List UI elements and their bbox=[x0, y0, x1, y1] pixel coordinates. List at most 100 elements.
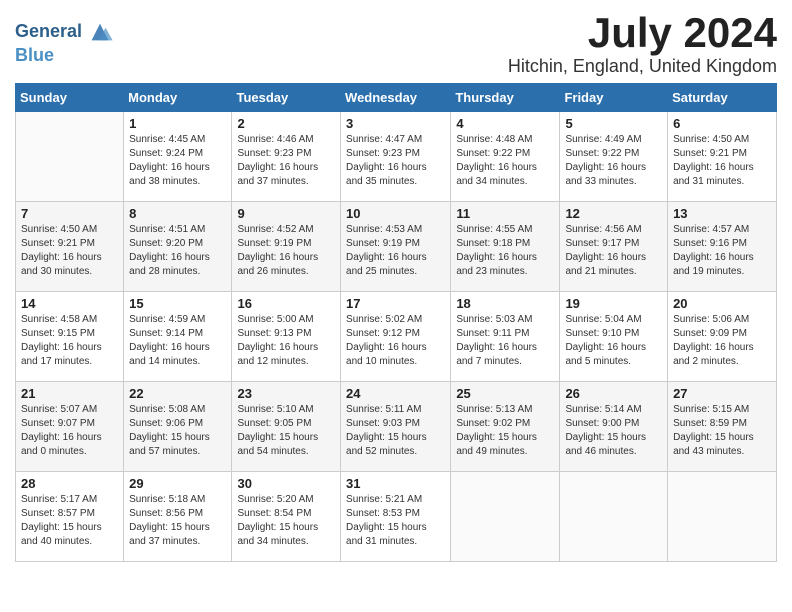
day-number: 11 bbox=[456, 206, 554, 221]
calendar-cell: 24Sunrise: 5:11 AM Sunset: 9:03 PM Dayli… bbox=[341, 382, 451, 472]
day-info: Sunrise: 5:07 AM Sunset: 9:07 PM Dayligh… bbox=[21, 403, 118, 459]
day-number: 23 bbox=[237, 386, 335, 401]
day-info: Sunrise: 4:49 AM Sunset: 9:22 PM Dayligh… bbox=[565, 133, 662, 189]
day-info: Sunrise: 4:52 AM Sunset: 9:19 PM Dayligh… bbox=[237, 223, 335, 279]
calendar-cell: 3Sunrise: 4:47 AM Sunset: 9:23 PM Daylig… bbox=[341, 112, 451, 202]
calendar-cell: 12Sunrise: 4:56 AM Sunset: 9:17 PM Dayli… bbox=[560, 202, 668, 292]
calendar-cell: 4Sunrise: 4:48 AM Sunset: 9:22 PM Daylig… bbox=[451, 112, 560, 202]
calendar-cell: 1Sunrise: 4:45 AM Sunset: 9:24 PM Daylig… bbox=[124, 112, 232, 202]
day-info: Sunrise: 4:57 AM Sunset: 9:16 PM Dayligh… bbox=[673, 223, 771, 279]
day-number: 2 bbox=[237, 116, 335, 131]
weekday-header-row: SundayMondayTuesdayWednesdayThursdayFrid… bbox=[16, 84, 777, 112]
calendar-cell: 31 Sunrise: 5:21 AM Sunset: 8:53 PM Dayli… bbox=[341, 472, 451, 562]
day-number: 31 bbox=[346, 476, 445, 491]
day-number: 9 bbox=[237, 206, 335, 221]
calendar-week-3: 14 Sunrise: 4:58 AM Sunset: 9:15 PM Dayli… bbox=[16, 292, 777, 382]
day-number: 16 bbox=[237, 296, 335, 311]
calendar-cell: 23 Sunrise: 5:10 AM Sunset: 9:05 PM Dayli… bbox=[232, 382, 341, 472]
day-number: 28 bbox=[21, 476, 118, 491]
day-number: 15 bbox=[129, 296, 226, 311]
calendar-cell: 28 Sunrise: 5:17 AM Sunset: 8:57 PM Dayli… bbox=[16, 472, 124, 562]
location-title: Hitchin, England, United Kingdom bbox=[508, 56, 777, 77]
weekday-wednesday: Wednesday bbox=[341, 84, 451, 112]
day-info: Sunrise: 5:03 AM Sunset: 9:11 PM Dayligh… bbox=[456, 313, 554, 369]
page-header: General Blue July 2024 Hitchin, England,… bbox=[15, 10, 777, 77]
day-info: Sunrise: 5:02 AM Sunset: 9:12 PM Dayligh… bbox=[346, 313, 445, 369]
day-info: Sunrise: 4:55 AM Sunset: 9:18 PM Dayligh… bbox=[456, 223, 554, 279]
day-info: Sunrise: 5:18 AM Sunset: 8:56 PM Dayligh… bbox=[129, 493, 226, 549]
calendar-cell: 26 Sunrise: 5:14 AM Sunset: 9:00 PM Dayli… bbox=[560, 382, 668, 472]
day-number: 26 bbox=[565, 386, 662, 401]
day-info: Sunrise: 4:46 AM Sunset: 9:23 PM Dayligh… bbox=[237, 133, 335, 189]
logo-text: General bbox=[15, 22, 82, 42]
calendar-cell: 16Sunrise: 5:00 AM Sunset: 9:13 PM Dayli… bbox=[232, 292, 341, 382]
title-area: July 2024 Hitchin, England, United Kingd… bbox=[508, 10, 777, 77]
weekday-monday: Monday bbox=[124, 84, 232, 112]
weekday-tuesday: Tuesday bbox=[232, 84, 341, 112]
day-info: Sunrise: 4:50 AM Sunset: 9:21 PM Dayligh… bbox=[673, 133, 771, 189]
day-number: 18 bbox=[456, 296, 554, 311]
calendar-cell: 27Sunrise: 5:15 AM Sunset: 8:59 PM Dayli… bbox=[668, 382, 777, 472]
calendar-cell: 17 Sunrise: 5:02 AM Sunset: 9:12 PM Dayli… bbox=[341, 292, 451, 382]
calendar-week-1: 1Sunrise: 4:45 AM Sunset: 9:24 PM Daylig… bbox=[16, 112, 777, 202]
calendar-cell: 15 Sunrise: 4:59 AM Sunset: 9:14 PM Dayli… bbox=[124, 292, 232, 382]
calendar-table: SundayMondayTuesdayWednesdayThursdayFrid… bbox=[15, 83, 777, 562]
day-number: 29 bbox=[129, 476, 226, 491]
day-info: Sunrise: 5:06 AM Sunset: 9:09 PM Dayligh… bbox=[673, 313, 771, 369]
day-number: 6 bbox=[673, 116, 771, 131]
day-info: Sunrise: 4:53 AM Sunset: 9:19 PM Dayligh… bbox=[346, 223, 445, 279]
day-info: Sunrise: 4:50 AM Sunset: 9:21 PM Dayligh… bbox=[21, 223, 118, 279]
logo-blue: Blue bbox=[15, 46, 114, 66]
day-info: Sunrise: 4:47 AM Sunset: 9:23 PM Dayligh… bbox=[346, 133, 445, 189]
day-info: Sunrise: 4:56 AM Sunset: 9:17 PM Dayligh… bbox=[565, 223, 662, 279]
calendar-cell bbox=[451, 472, 560, 562]
day-number: 8 bbox=[129, 206, 226, 221]
calendar-cell: 6 Sunrise: 4:50 AM Sunset: 9:21 PM Daylig… bbox=[668, 112, 777, 202]
weekday-friday: Friday bbox=[560, 84, 668, 112]
weekday-saturday: Saturday bbox=[668, 84, 777, 112]
calendar-cell: 21 Sunrise: 5:07 AM Sunset: 9:07 PM Dayli… bbox=[16, 382, 124, 472]
calendar-cell bbox=[560, 472, 668, 562]
calendar-cell: 5Sunrise: 4:49 AM Sunset: 9:22 PM Daylig… bbox=[560, 112, 668, 202]
calendar-cell: 25 Sunrise: 5:13 AM Sunset: 9:02 PM Dayli… bbox=[451, 382, 560, 472]
calendar-cell: 20Sunrise: 5:06 AM Sunset: 9:09 PM Dayli… bbox=[668, 292, 777, 382]
day-info: Sunrise: 4:59 AM Sunset: 9:14 PM Dayligh… bbox=[129, 313, 226, 369]
day-info: Sunrise: 5:10 AM Sunset: 9:05 PM Dayligh… bbox=[237, 403, 335, 459]
logo-icon bbox=[86, 18, 114, 46]
day-number: 7 bbox=[21, 206, 118, 221]
calendar-cell: 2 Sunrise: 4:46 AM Sunset: 9:23 PM Daylig… bbox=[232, 112, 341, 202]
calendar-cell: 29 Sunrise: 5:18 AM Sunset: 8:56 PM Dayli… bbox=[124, 472, 232, 562]
day-info: Sunrise: 5:08 AM Sunset: 9:06 PM Dayligh… bbox=[129, 403, 226, 459]
day-number: 17 bbox=[346, 296, 445, 311]
calendar-cell: 7 Sunrise: 4:50 AM Sunset: 9:21 PM Daylig… bbox=[16, 202, 124, 292]
day-info: Sunrise: 4:58 AM Sunset: 9:15 PM Dayligh… bbox=[21, 313, 118, 369]
calendar-cell: 18 Sunrise: 5:03 AM Sunset: 9:11 PM Dayli… bbox=[451, 292, 560, 382]
weekday-sunday: Sunday bbox=[16, 84, 124, 112]
day-number: 13 bbox=[673, 206, 771, 221]
day-info: Sunrise: 5:11 AM Sunset: 9:03 PM Dayligh… bbox=[346, 403, 445, 459]
calendar-cell: 8 Sunrise: 4:51 AM Sunset: 9:20 PM Daylig… bbox=[124, 202, 232, 292]
day-info: Sunrise: 5:04 AM Sunset: 9:10 PM Dayligh… bbox=[565, 313, 662, 369]
day-number: 19 bbox=[565, 296, 662, 311]
day-number: 25 bbox=[456, 386, 554, 401]
day-info: Sunrise: 4:48 AM Sunset: 9:22 PM Dayligh… bbox=[456, 133, 554, 189]
calendar-week-5: 28 Sunrise: 5:17 AM Sunset: 8:57 PM Dayli… bbox=[16, 472, 777, 562]
day-info: Sunrise: 5:13 AM Sunset: 9:02 PM Dayligh… bbox=[456, 403, 554, 459]
calendar-cell bbox=[16, 112, 124, 202]
calendar-cell: 19 Sunrise: 5:04 AM Sunset: 9:10 PM Dayli… bbox=[560, 292, 668, 382]
day-number: 27 bbox=[673, 386, 771, 401]
calendar-cell: 22Sunrise: 5:08 AM Sunset: 9:06 PM Dayli… bbox=[124, 382, 232, 472]
day-info: Sunrise: 5:17 AM Sunset: 8:57 PM Dayligh… bbox=[21, 493, 118, 549]
day-info: Sunrise: 4:51 AM Sunset: 9:20 PM Dayligh… bbox=[129, 223, 226, 279]
calendar-body: 1Sunrise: 4:45 AM Sunset: 9:24 PM Daylig… bbox=[16, 112, 777, 562]
calendar-cell bbox=[668, 472, 777, 562]
day-info: Sunrise: 5:21 AM Sunset: 8:53 PM Dayligh… bbox=[346, 493, 445, 549]
calendar-cell: 9 Sunrise: 4:52 AM Sunset: 9:19 PM Daylig… bbox=[232, 202, 341, 292]
day-number: 21 bbox=[21, 386, 118, 401]
day-number: 1 bbox=[129, 116, 226, 131]
day-number: 14 bbox=[21, 296, 118, 311]
day-info: Sunrise: 5:14 AM Sunset: 9:00 PM Dayligh… bbox=[565, 403, 662, 459]
calendar-cell: 11 Sunrise: 4:55 AM Sunset: 9:18 PM Dayli… bbox=[451, 202, 560, 292]
calendar-cell: 13 Sunrise: 4:57 AM Sunset: 9:16 PM Dayli… bbox=[668, 202, 777, 292]
day-number: 30 bbox=[237, 476, 335, 491]
